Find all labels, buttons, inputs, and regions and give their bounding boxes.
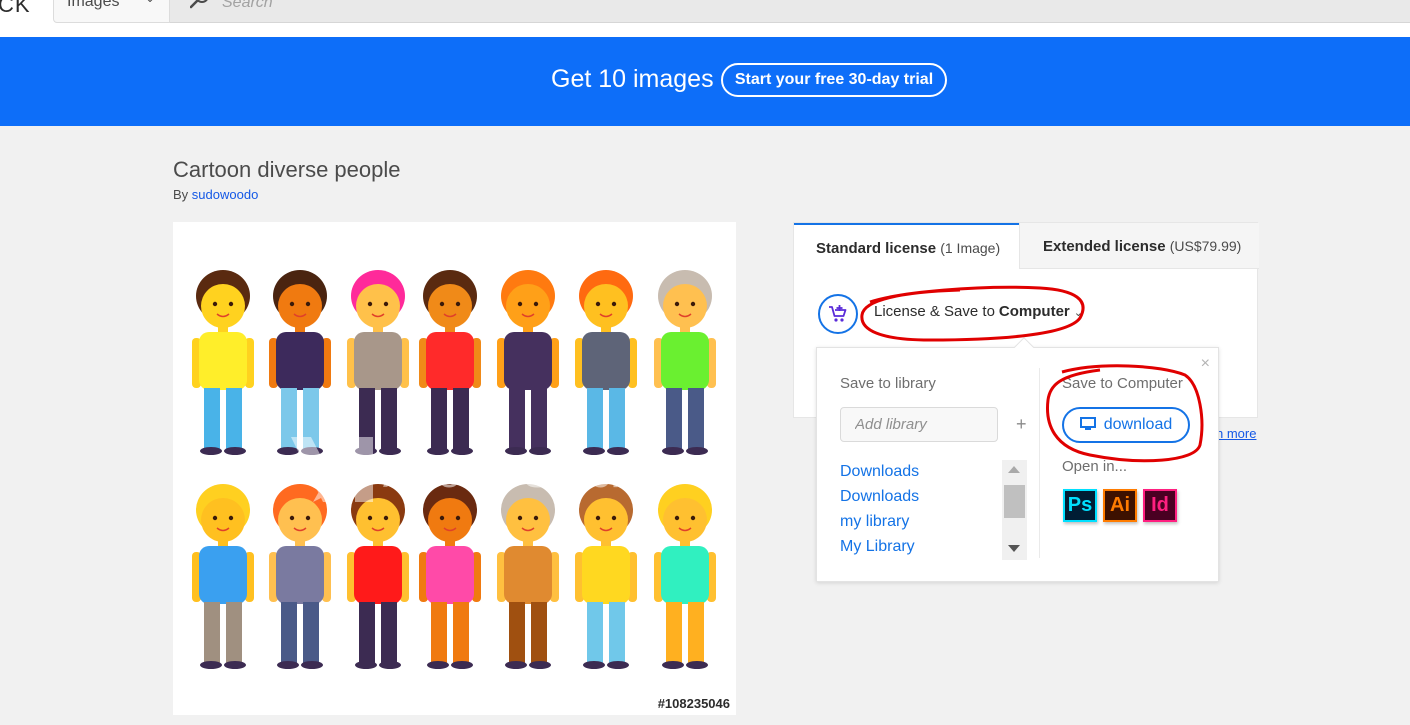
chevron-down-icon: ⌄ — [1073, 307, 1083, 319]
promo-headline: Get 10 images — [551, 65, 714, 93]
save-to-computer-heading: Save to Computer — [1062, 375, 1183, 392]
search-bar[interactable] — [170, 0, 1410, 23]
save-to-library-heading: Save to library — [840, 375, 936, 392]
asset-preview-image[interactable]: Adobe Stock #108235046 — [173, 222, 736, 715]
license-cart-button[interactable] — [818, 294, 858, 334]
tab-sub: (1 Image) — [940, 240, 1001, 256]
add-library-input[interactable] — [840, 407, 998, 442]
cartoon-person — [347, 270, 409, 455]
asset-title: Cartoon diverse people — [173, 157, 401, 182]
cartoon-person — [575, 270, 637, 455]
license-save-target-select[interactable]: License & Save to Computer ⌄ — [874, 303, 1083, 320]
tab-standard-license[interactable]: Standard license (1 Image) — [794, 223, 1019, 269]
brand-logo[interactable]: CK — [0, 0, 31, 18]
scroll-down-arrow-icon[interactable] — [1008, 545, 1020, 552]
top-bar: CK Images ⌄ — [0, 0, 1410, 37]
library-list: Downloads Downloads my library My Librar… — [840, 459, 1028, 560]
photoshop-icon[interactable]: Ps — [1063, 489, 1097, 522]
cartoon-person — [654, 484, 716, 669]
cartoon-person — [269, 484, 331, 669]
add-library-plus-button[interactable]: + — [1016, 414, 1027, 435]
image-id: #108235046 — [657, 696, 730, 711]
cartoon-person — [575, 484, 637, 669]
search-icon — [190, 0, 208, 9]
tab-label: Standard license — [816, 240, 937, 257]
tab-extended-license[interactable]: Extended license (US$79.99) — [1019, 223, 1259, 269]
cartoon-person — [654, 270, 716, 455]
asset-type-label: Images — [67, 0, 120, 10]
cartoon-people-illustration: Adobe Stock — [192, 270, 716, 669]
cartoon-person — [192, 484, 254, 669]
cartoon-person — [419, 270, 481, 455]
tab-sub: (US$79.99) — [1169, 238, 1242, 254]
learn-more-link[interactable]: n more — [1216, 426, 1256, 441]
byline: By sudowoodo — [173, 187, 258, 202]
watermark-text: Adobe Stock — [383, 448, 633, 497]
download-label: download — [1103, 416, 1173, 433]
free-trial-button[interactable]: Start your free 30-day trial — [721, 63, 947, 97]
asset-type-select[interactable]: Images ⌄ — [53, 0, 170, 23]
cartoon-person — [497, 484, 559, 669]
save-target: Computer — [998, 303, 1070, 320]
popover-divider — [1039, 368, 1040, 558]
cartoon-person — [269, 270, 331, 455]
tab-label: Extended license — [1043, 238, 1166, 255]
cartoon-person — [497, 270, 559, 455]
author-link[interactable]: sudowoodo — [192, 187, 259, 202]
save-options-popover: Save to library + Downloads Downloads my… — [816, 337, 1219, 582]
scroll-up-arrow-icon[interactable] — [1008, 466, 1020, 473]
library-item[interactable]: my library — [840, 509, 1028, 534]
close-icon[interactable]: × — [1201, 355, 1210, 373]
cartoon-person — [347, 484, 409, 669]
cartoon-person — [419, 484, 481, 669]
cart-plus-icon — [829, 305, 847, 322]
indesign-icon[interactable]: Id — [1143, 489, 1177, 522]
by-label: By — [173, 187, 189, 202]
library-item[interactable]: Downloads — [840, 459, 1028, 484]
download-button[interactable]: download — [1062, 407, 1190, 443]
library-item[interactable]: Downloads — [840, 484, 1028, 509]
library-list-scrollbar[interactable] — [1002, 460, 1027, 560]
monitor-icon — [1079, 417, 1096, 430]
open-in-label: Open in... — [1062, 458, 1128, 475]
save-prefix: License & Save to — [874, 303, 995, 320]
search-input[interactable] — [222, 0, 622, 12]
library-item[interactable]: My Library — [840, 534, 1028, 559]
chevron-down-icon: ⌄ — [145, 0, 155, 5]
promo-banner: Get 10 images Start your free 30-day tri… — [0, 37, 1410, 126]
scrollbar-thumb[interactable] — [1004, 485, 1025, 518]
cartoon-person — [192, 270, 254, 455]
illustrator-icon[interactable]: Ai — [1103, 489, 1137, 522]
